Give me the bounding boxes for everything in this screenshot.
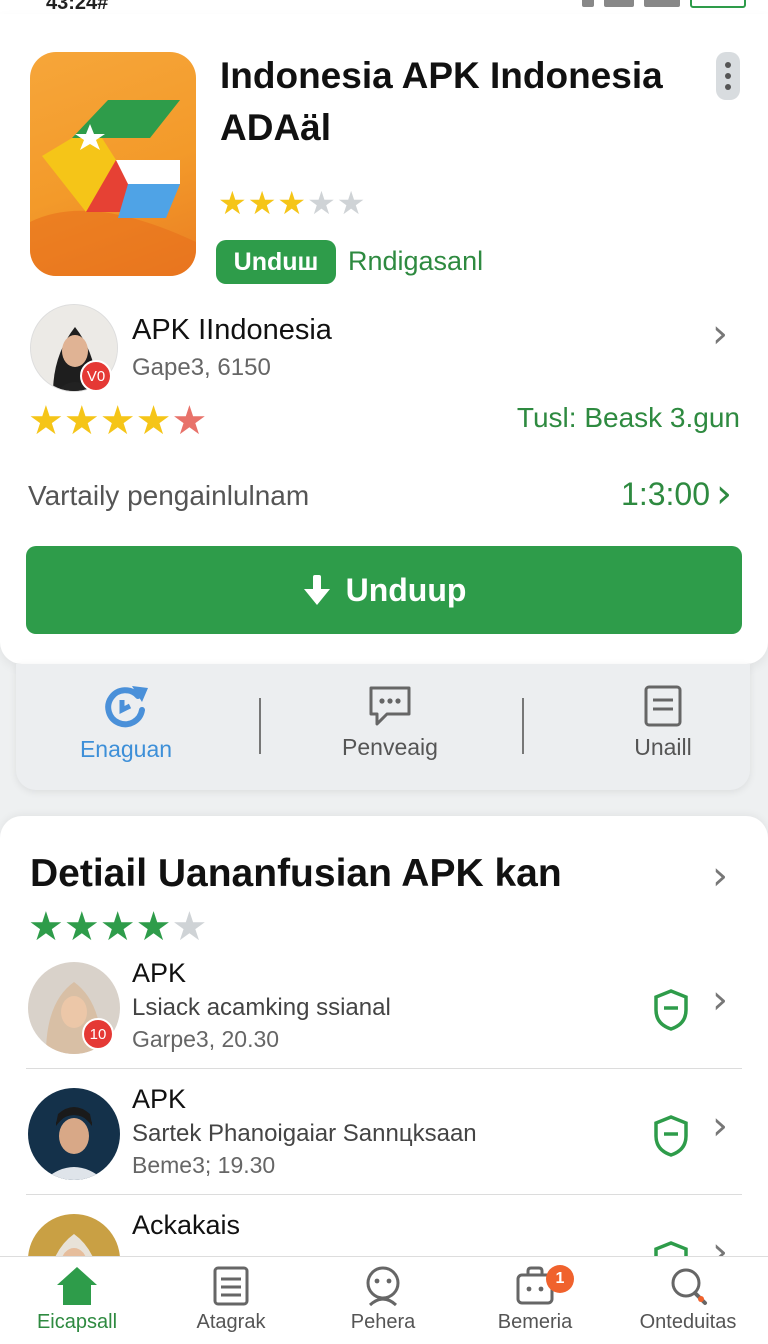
detail-chevron-icon[interactable]: ›	[712, 856, 728, 896]
nav-item-home[interactable]: Eicapsall	[0, 1265, 154, 1344]
tab-divider	[259, 698, 261, 754]
nav-label: Bemeria	[497, 1311, 573, 1333]
wifi-signal-icon	[644, 0, 680, 7]
developer-meta: Gape3, 6150	[132, 354, 271, 381]
location-icon	[582, 0, 594, 7]
download-button-label: Unduup	[345, 571, 467, 608]
more-options-button[interactable]	[716, 52, 740, 100]
star-icon: ★	[63, 905, 100, 949]
chat-bubble-icon	[369, 686, 411, 726]
star-icon: ★	[63, 399, 100, 443]
app-icon	[30, 52, 196, 276]
star-icon: ★	[307, 185, 337, 221]
bottom-navigation: Eicapsall Atagrak Pehera 1 Bemeria Onted…	[0, 1256, 768, 1344]
status-time: 43:24#	[46, 0, 109, 14]
download-button[interactable]: Unduup	[26, 546, 742, 634]
notification-badge: 1	[546, 1265, 574, 1293]
divider	[26, 1068, 742, 1069]
review-chevron-icon[interactable]: ›	[712, 1232, 728, 1256]
star-icon: ★	[135, 399, 172, 443]
review-item[interactable]: Ackakais ›	[0, 1198, 768, 1256]
divider	[26, 1194, 742, 1195]
review-chevron-icon[interactable]: ›	[712, 980, 728, 1020]
app-title: Indonesia APK Indonesia ADAäl	[220, 55, 663, 148]
review-chevron-icon[interactable]: ›	[712, 1106, 728, 1146]
detail-card: Detiail Uananfusian APK kan › ★ ★ ★ ★ ★ 10 A…	[0, 816, 768, 1256]
reviewer-name: Ackakais	[132, 1210, 241, 1240]
star-icon: ★	[135, 905, 172, 949]
variety-value[interactable]: 1:3:00	[621, 476, 710, 513]
review-date: Garpe3, 20.30	[132, 1026, 280, 1052]
variety-label: Vartaily pengainlulnam	[28, 480, 310, 511]
detail-rating-stars: ★ ★ ★ ★ ★	[28, 904, 207, 950]
status-bar: 43:24#	[0, 0, 768, 14]
more-dot	[725, 62, 731, 68]
nav-label: Atagrak	[196, 1311, 266, 1333]
star-icon: ★	[277, 185, 308, 221]
developer-avatar-badge: V0	[80, 360, 112, 392]
review-item[interactable]: APK Sartek Phanoigaiar Sannцksaan Beme3;…	[0, 1072, 768, 1198]
tab-unaill[interactable]: Unaill	[553, 684, 768, 774]
shield-icon[interactable]	[652, 1240, 690, 1256]
app-header-card: Indonesia APK Indonesia ADAäl ★ ★ ★ ★ ★ Undu…	[0, 14, 768, 664]
detail-title: Detiail Uananfusian APK kan	[30, 852, 562, 895]
star-icon: ★	[247, 185, 278, 221]
app-rating-stars: ★ ★ ★ ★ ★	[218, 184, 366, 222]
list-document-icon	[213, 1266, 249, 1306]
reviewer-name: APK	[132, 1084, 187, 1114]
tab-label: Penveaig	[342, 734, 438, 760]
shield-icon[interactable]	[652, 988, 690, 1032]
action-tabs: Enaguan Penveaig Unaill	[16, 664, 750, 790]
nav-item-list[interactable]: Atagrak	[154, 1265, 308, 1344]
star-icon: ★	[28, 399, 64, 443]
review-item[interactable]: 10 APK Lsiack acamking ssianal Garpe3, 2…	[0, 946, 768, 1072]
download-arrow-icon	[303, 575, 330, 605]
more-dot	[725, 84, 731, 90]
star-icon: ★	[99, 399, 136, 443]
tab-penveaig[interactable]: Penveaig	[280, 684, 500, 774]
nav-label: Pehera	[350, 1311, 416, 1333]
refresh-arrow-icon	[105, 686, 148, 728]
search-icon	[671, 1268, 707, 1305]
signal-icon	[604, 0, 634, 7]
document-icon	[644, 685, 682, 727]
status-icons	[582, 0, 746, 8]
reviewer-avatar-badge: 10	[82, 1018, 114, 1050]
tab-label: Unaill	[634, 734, 692, 760]
tab-enaguan[interactable]: Enaguan	[16, 684, 236, 774]
star-icon: ★	[171, 905, 208, 949]
developer-rating-stars: ★ ★ ★ ★ ★	[28, 398, 207, 444]
battery-icon	[690, 0, 746, 8]
star-icon: ★	[28, 905, 64, 949]
reviewer-name: APK	[132, 958, 187, 988]
tab-divider	[522, 698, 524, 754]
reviewer-avatar	[28, 1088, 120, 1180]
smiley-icon	[366, 1266, 400, 1307]
more-dot	[725, 73, 731, 79]
star-icon: ★	[171, 399, 208, 443]
reviewer-avatar	[28, 1214, 120, 1256]
developer-name[interactable]: APK IIndonesia	[132, 314, 332, 347]
home-icon	[57, 1267, 97, 1305]
review-text: Lsiack acamking ssianal	[132, 994, 391, 1021]
star-icon: ★	[336, 185, 367, 221]
trust-label: Tusl: Beask 3.gun	[516, 402, 740, 433]
shield-icon[interactable]	[652, 1114, 690, 1158]
star-icon: ★	[99, 905, 136, 949]
install-status-link[interactable]: Rndigasanl	[348, 246, 483, 277]
tab-label: Enaguan	[79, 736, 173, 762]
nav-label: Eicapsall	[36, 1311, 118, 1333]
variety-chevron-icon[interactable]: ›	[716, 474, 732, 514]
star-icon: ★	[218, 185, 248, 221]
nav-item-bag[interactable]: 1 Bemeria	[458, 1265, 612, 1344]
nav-item-people[interactable]: Pehera	[306, 1265, 460, 1344]
review-text: Sartek Phanoigaiar Sannцksaan	[132, 1120, 477, 1147]
developer-chevron-icon[interactable]: ›	[712, 314, 728, 354]
review-date: Beme3; 19.30	[132, 1152, 276, 1178]
install-chip-button[interactable]: Unduш	[216, 240, 336, 284]
nav-item-search[interactable]: Onteduitas	[611, 1265, 765, 1344]
nav-label: Onteduitas	[639, 1311, 737, 1333]
